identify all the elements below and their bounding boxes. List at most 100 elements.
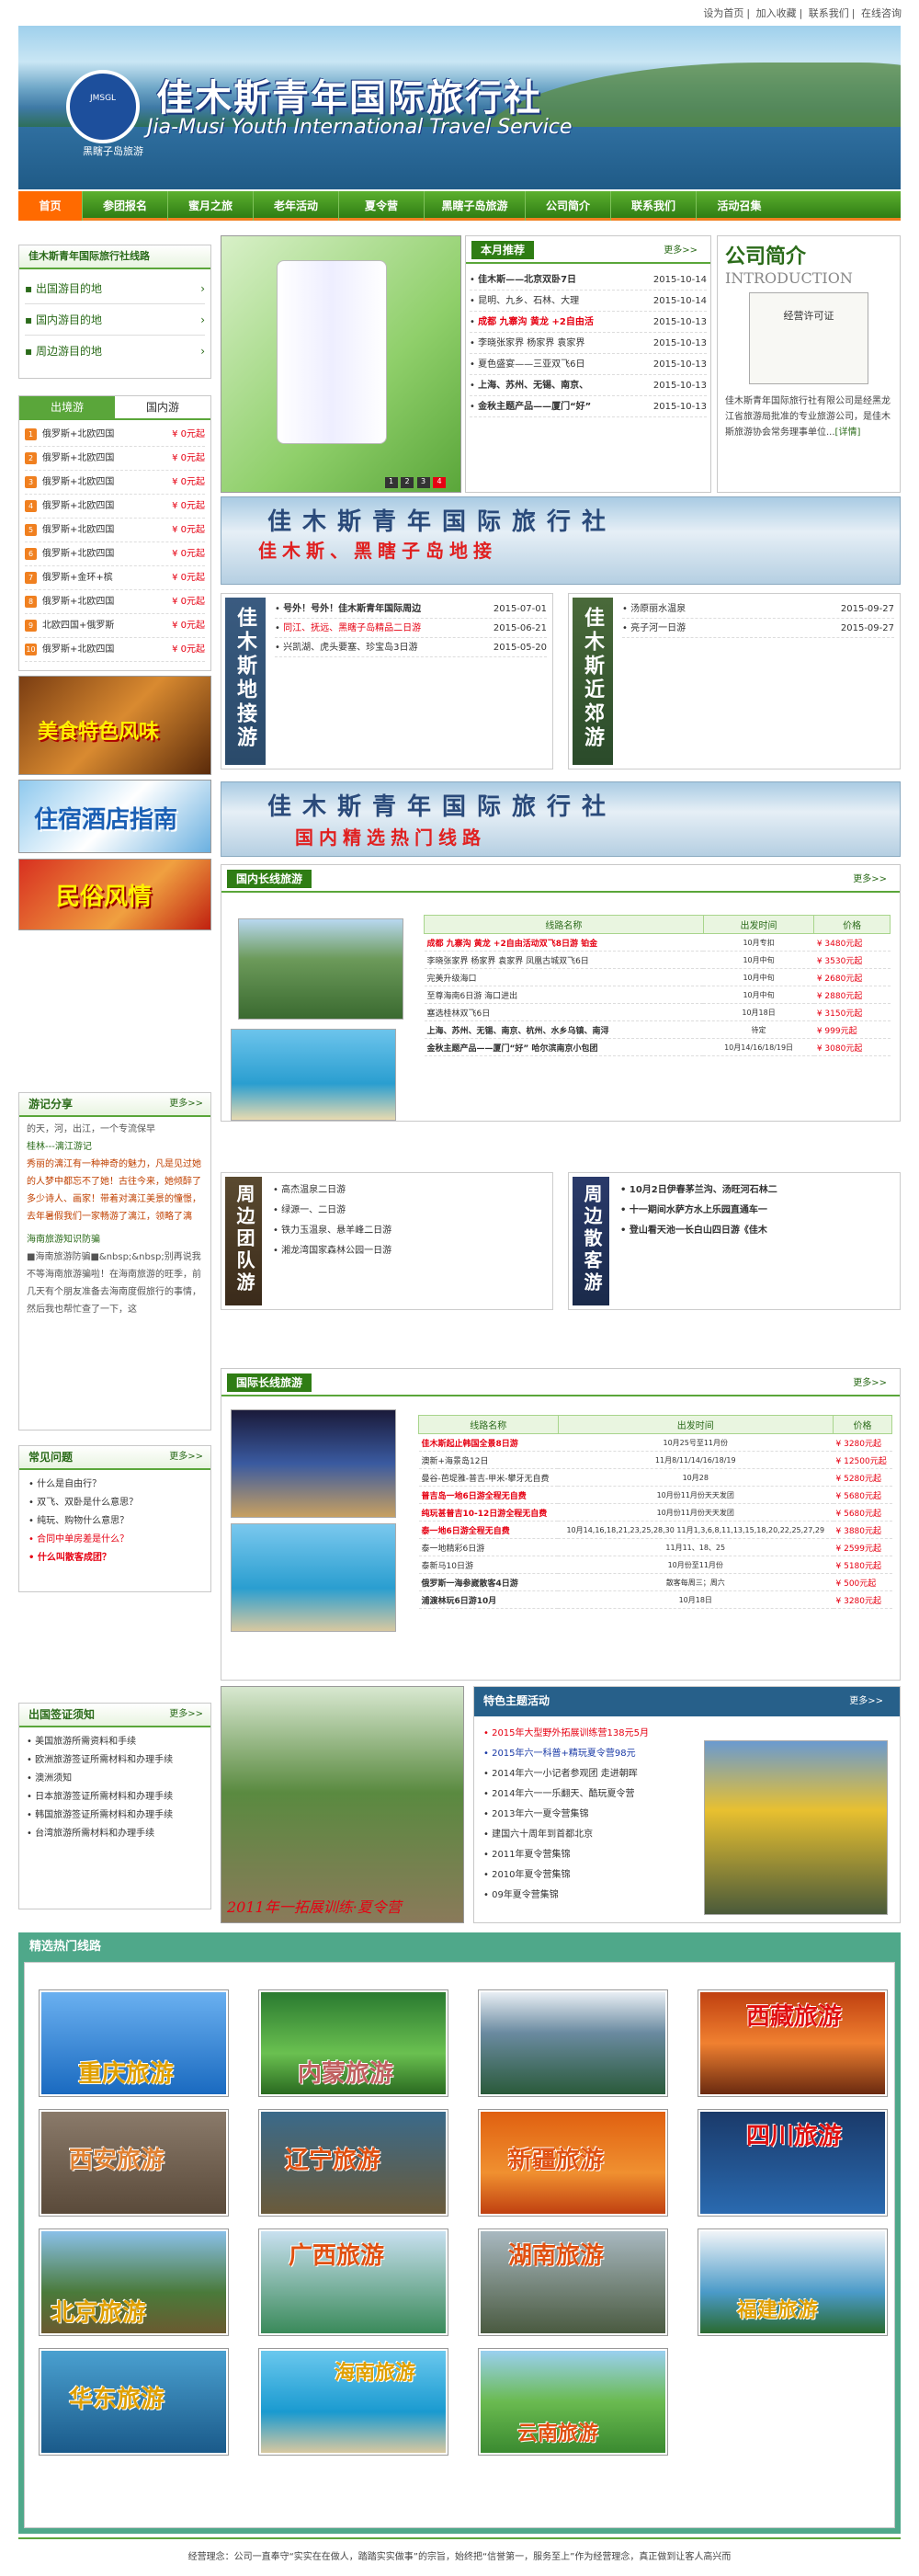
tour-item[interactable]: 1 俄罗斯+北欧四国 ¥ 0元起	[25, 423, 205, 447]
tile-guangxi[interactable]: 广西旅游	[259, 2229, 448, 2335]
month-item[interactable]: • 李晓张家界 杨家界 袁家界 2015-10-13	[470, 333, 707, 354]
online-consult-link[interactable]: 在线咨询	[861, 7, 902, 19]
dijie-item[interactable]: • 同江、抚远、黑瞎子岛精品二日游 2015-06-21	[275, 619, 547, 638]
month-item[interactable]: • 夏色盛宴——三亚双飞6日 2015-10-13	[470, 354, 707, 375]
table-row[interactable]: 浦渡林玩6日游10月 10月18日 ¥ 3280元起	[418, 1590, 892, 1609]
visa-item[interactable]: • 美国旅游所需资料和手续	[27, 1733, 203, 1751]
tile-tibet[interactable]: 西藏旅游	[698, 1990, 887, 2096]
tile-xian[interactable]: 西安旅游	[40, 2110, 228, 2216]
faq-item[interactable]: • 双飞、双卧是什么意思？	[28, 1494, 201, 1512]
diary-title-hainan[interactable]: 海南旅游知识防骗	[27, 1231, 203, 1248]
jinjiao-item[interactable]: • 亮子河一日游 2015-09-27	[622, 619, 894, 638]
food-promo[interactable]: 美食特色风味	[18, 676, 211, 775]
table-row[interactable]: 泰一地精彩6日游 11月11、18、25 ¥ 2599元起	[418, 1538, 892, 1556]
slider-page[interactable]: 3	[416, 477, 430, 488]
theme-item[interactable]: • 09年夏令营集锦	[483, 1886, 695, 1906]
tour-item[interactable]: 6 俄罗斯+北欧四国 ¥ 0元起	[25, 542, 205, 566]
tile-sichuan[interactable]: 四川旅游	[698, 2110, 887, 2216]
month-item[interactable]: • 成都 九寨沟 黄龙 +2自由活 2015-10-13	[470, 312, 707, 333]
team-item[interactable]: • 铁力玉温泉、悬羊峰二日游	[273, 1221, 545, 1241]
cat-nearby[interactable]: ▪ 周边游目的地 ›	[25, 336, 205, 367]
table-row[interactable]: 成都 九寨沟 黄龙 +2自由活动双飞8日游 铂金 10月专扣 ¥ 3480元起	[424, 933, 891, 952]
table-row[interactable]: 泰新马10日游 10月份至11月份 ¥ 5180元起	[418, 1556, 892, 1574]
month-item[interactable]: • 金秋主题产品——厦门“好” 2015-10-13	[470, 396, 707, 417]
visa-more-link[interactable]: 更多>>	[169, 1704, 203, 1726]
set-homepage-link[interactable]: 设为首页	[703, 7, 743, 19]
tour-item[interactable]: 10 俄罗斯+北欧四国 ¥ 0元起	[25, 638, 205, 662]
sanke-item[interactable]: • 10月2日伊春茅兰沟、汤旺河石林二	[620, 1180, 892, 1201]
tab-outbound[interactable]: 出境游	[19, 396, 115, 418]
nav-senior[interactable]: 老年活动	[254, 191, 339, 221]
visa-item[interactable]: • 台湾旅游所需材料和办理手续	[27, 1825, 203, 1843]
add-favorite-link[interactable]: 加入收藏	[756, 7, 797, 19]
faq-item[interactable]: • 合同中单房差是什么？	[28, 1531, 201, 1549]
table-row[interactable]: 塞选桂林双飞6日 10月18日 ¥ 3150元起	[424, 1003, 891, 1021]
nav-events[interactable]: 活动召集	[697, 191, 782, 221]
tile-beijing[interactable]: 北京旅游	[40, 2229, 228, 2335]
faq-item[interactable]: • 什么叫散客成团？	[28, 1549, 201, 1567]
folk-promo[interactable]: 民俗风情	[18, 859, 211, 930]
featured-slider[interactable]: 1 2 3 4	[221, 235, 461, 493]
hotel-promo[interactable]: 住宿酒店指南	[18, 780, 211, 853]
diary-more-link[interactable]: 更多>>	[169, 1093, 203, 1115]
nav-signup[interactable]: 参团报名	[83, 191, 168, 221]
month-item[interactable]: • 昆明、九乡、石林、大理 2015-10-14	[470, 291, 707, 312]
nav-about[interactable]: 公司简介	[526, 191, 611, 221]
table-row[interactable]: 纯玩甚普吉10-12日游全程无自费 10月份11月份天天发团 ¥ 5680元起	[418, 1503, 892, 1522]
nav-contact[interactable]: 联系我们	[611, 191, 697, 221]
table-row[interactable]: 至尊海南6日游 海口进出 10月中旬 ¥ 2880元起	[424, 986, 891, 1004]
tile-chongqing[interactable]: 重庆旅游	[40, 1990, 228, 2096]
theme-item[interactable]: • 2010年夏令营集锦	[483, 1865, 695, 1886]
visa-item[interactable]: • 日本旅游签证所需材料和办理手续	[27, 1788, 203, 1807]
domestic-more-link[interactable]: 更多>>	[853, 871, 887, 884]
tour-item[interactable]: 3 俄罗斯+北欧四国 ¥ 0元起	[25, 471, 205, 495]
tile-scenery[interactable]	[479, 1990, 667, 2096]
sanke-item[interactable]: • 十一期间水萨方水上乐园直通车一	[620, 1201, 892, 1221]
tile-yunnan[interactable]: 云南旅游	[479, 2349, 667, 2455]
tile-fujian[interactable]: 福建旅游	[698, 2229, 887, 2335]
intl-more-link[interactable]: 更多>>	[853, 1374, 887, 1388]
faq-more-link[interactable]: 更多>>	[169, 1446, 203, 1468]
table-row[interactable]: 金秋主题产品——厦门“好” 哈尔滨南京小包团 10月14/16/18/19日 ¥ 3…	[424, 1038, 891, 1056]
cat-outbound[interactable]: ▪ 出国游目的地 ›	[25, 273, 205, 304]
table-row[interactable]: 李晓张家界 杨家界 袁家界 凤凰古城双飞6日 10月中旬 ¥ 3530元起	[424, 951, 891, 969]
table-row[interactable]: 普吉岛一地6日游全程无自费 10月份11月份天天发团 ¥ 5680元起	[418, 1486, 892, 1504]
slider-page[interactable]: 4	[433, 477, 446, 488]
visa-item[interactable]: • 澳洲须知	[27, 1770, 203, 1788]
month-item[interactable]: • 上海、苏州、无锡、南京、 2015-10-13	[470, 375, 707, 396]
diary-title-guilin[interactable]: 桂林---漓江游记	[27, 1138, 203, 1156]
table-row[interactable]: 上海、苏州、无锡、南京、杭州、水乡乌镇、南浔 待定 ¥ 999元起	[424, 1020, 891, 1039]
tour-item[interactable]: 2 俄罗斯+北欧四国 ¥ 0元起	[25, 447, 205, 471]
dijie-item[interactable]: • 号外！号外！佳木斯青年国际周边 2015-07-01	[275, 599, 547, 619]
visa-item[interactable]: • 韩国旅游签证所需材料和办理手续	[27, 1807, 203, 1825]
team-item[interactable]: • 绿源一、二日游	[273, 1201, 545, 1221]
theme-item[interactable]: • 2013年六一夏令营集锦	[483, 1805, 695, 1825]
tour-item[interactable]: 9 北欧四国+俄罗斯 ¥ 0元起	[25, 614, 205, 638]
tile-liaoning[interactable]: 辽宁旅游	[259, 2110, 448, 2216]
month-item[interactable]: • 佳木斯——北京双卧7日 2015-10-14	[470, 269, 707, 291]
tile-hainan[interactable]: 海南旅游	[259, 2349, 448, 2455]
company-logo[interactable]: JMSGL	[66, 70, 140, 143]
company-detail-link[interactable]: [详情]	[835, 427, 861, 438]
tour-item[interactable]: 4 俄罗斯+北欧四国 ¥ 0元起	[25, 495, 205, 519]
theme-item[interactable]: • 建国六十周年到首都北京	[483, 1825, 695, 1845]
table-row[interactable]: 佳木斯起止韩国全景8日游 10月25号至11月份 ¥ 3280元起	[418, 1433, 892, 1452]
contact-link[interactable]: 联系我们	[809, 7, 849, 19]
faq-item[interactable]: • 什么是自由行？	[28, 1476, 201, 1494]
tour-item[interactable]: 5 俄罗斯+北欧四国 ¥ 0元起	[25, 519, 205, 542]
theme-photo[interactable]: 2011年一拓展训练·夏令营	[221, 1686, 464, 1923]
tour-item[interactable]: 7 俄罗斯+金环+槟 ¥ 0元起	[25, 566, 205, 590]
nav-honeymoon[interactable]: 蜜月之旅	[168, 191, 254, 221]
visa-item[interactable]: • 欧洲旅游签证所需材料和办理手续	[27, 1751, 203, 1770]
jinjiao-item[interactable]: • 汤原丽水温泉 2015-09-27	[622, 599, 894, 619]
cat-domestic[interactable]: ▪ 国内游目的地 ›	[25, 304, 205, 336]
tour-item[interactable]: 8 俄罗斯+北欧四国 ¥ 0元起	[25, 590, 205, 614]
table-row[interactable]: 完美升级海口 10月中旬 ¥ 2680元起	[424, 968, 891, 986]
table-row[interactable]: 曼谷-芭堤雅-普吉-甲米-攀牙无自费 10月28 ¥ 5280元起	[418, 1468, 892, 1487]
tile-huadong[interactable]: 华东旅游	[40, 2349, 228, 2455]
tab-domestic[interactable]: 国内游	[115, 396, 210, 418]
theme-item[interactable]: • 2014年六一小记者参观团 走进朝晖	[483, 1764, 695, 1784]
tile-hunan[interactable]: 湖南旅游	[479, 2229, 667, 2335]
tile-xinjiang[interactable]: 新疆旅游	[479, 2110, 667, 2216]
slider-page[interactable]: 1	[384, 477, 398, 488]
